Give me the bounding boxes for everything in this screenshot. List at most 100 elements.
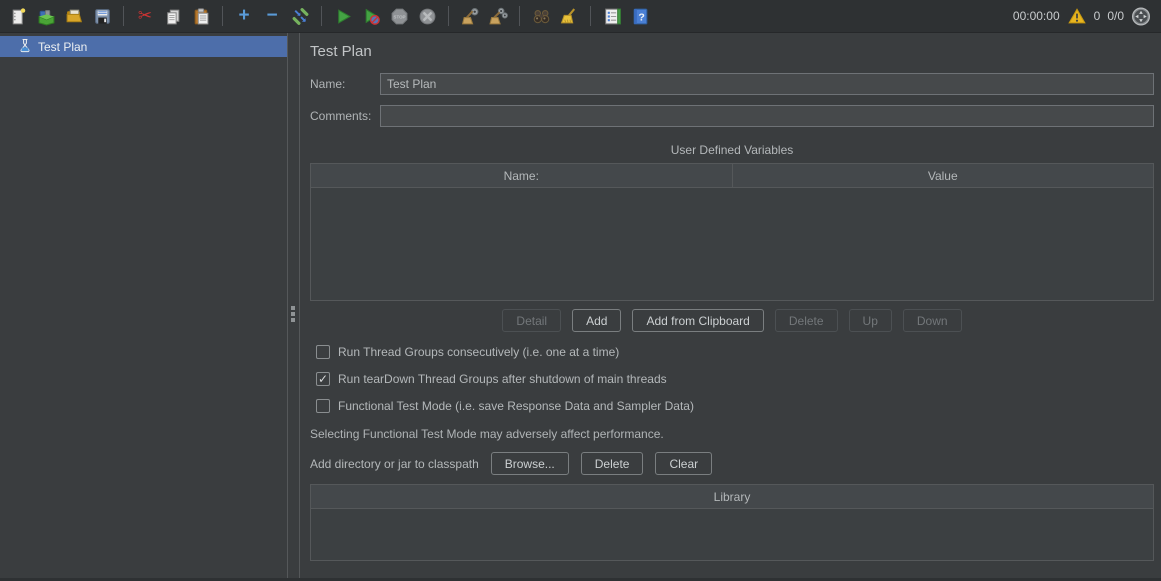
- toolbar-expand-button[interactable]: +: [234, 6, 254, 26]
- library-table: Library: [310, 484, 1154, 561]
- toolbar-stop-button[interactable]: STOP: [389, 6, 409, 26]
- functional-mode-note: Selecting Functional Test Mode may adver…: [310, 427, 1154, 441]
- expand-icon: +: [238, 6, 249, 26]
- toolbar-save-button[interactable]: [92, 6, 112, 26]
- toolbar: ✂ + − STOP ? 00:00:00 0 0/0: [0, 0, 1161, 33]
- udv-table-body[interactable]: [311, 188, 1153, 300]
- toolbar-clear-button[interactable]: [460, 6, 480, 26]
- run-teardown-label: Run tearDown Thread Groups after shutdow…: [338, 372, 667, 386]
- toolbar-new-button[interactable]: [8, 6, 28, 26]
- delete-button[interactable]: Delete: [775, 309, 838, 332]
- collapse-icon: −: [266, 6, 277, 26]
- function-helper-icon: [603, 7, 622, 26]
- log-errors-button[interactable]: [1067, 6, 1087, 26]
- panel-splitter[interactable]: [288, 33, 300, 578]
- copy-icon: [164, 7, 183, 26]
- search-reset-icon: [560, 7, 579, 26]
- search-icon: [532, 7, 551, 26]
- classpath-label: Add directory or jar to classpath: [310, 457, 479, 471]
- toolbar-search-reset-button[interactable]: [559, 6, 579, 26]
- elapsed-time: 00:00:00: [1013, 9, 1060, 23]
- templates-icon: [37, 7, 56, 26]
- run-consecutively-label: Run Thread Groups consecutively (i.e. on…: [338, 345, 619, 359]
- tree-node-label: Test Plan: [38, 40, 87, 54]
- functional-test-mode-row: Functional Test Mode (i.e. save Response…: [310, 399, 1154, 413]
- jmeter-window: ✂ + − STOP ? 00:00:00 0 0/0: [0, 0, 1161, 581]
- open-folder-icon: [65, 7, 84, 26]
- toolbar-separator: [321, 6, 322, 26]
- test-plan-flask-icon: [18, 38, 32, 56]
- run-teardown-checkbox[interactable]: ✓: [316, 372, 330, 386]
- start-no-timers-icon: [362, 7, 381, 26]
- comments-input[interactable]: [380, 105, 1154, 127]
- toolbar-separator: [222, 6, 223, 26]
- toolbar-shutdown-button[interactable]: [417, 6, 437, 26]
- splitter-grip-icon: [291, 306, 295, 322]
- log-error-count: 0: [1094, 9, 1101, 23]
- svg-text:STOP: STOP: [393, 14, 405, 19]
- paste-icon: [192, 7, 211, 26]
- toolbar-clear-all-button[interactable]: [488, 6, 508, 26]
- comments-label: Comments:: [310, 109, 380, 123]
- shutdown-icon: [418, 7, 437, 26]
- toolbar-separator: [123, 6, 124, 26]
- functional-test-mode-label: Functional Test Mode (i.e. save Response…: [338, 399, 694, 413]
- udv-table: Name: Value: [310, 163, 1154, 301]
- toolbar-separator: [519, 6, 520, 26]
- svg-text:?: ?: [638, 11, 644, 23]
- functional-test-mode-checkbox[interactable]: [316, 399, 330, 413]
- toolbar-paste-button[interactable]: [191, 6, 211, 26]
- name-label: Name:: [310, 77, 380, 91]
- toolbar-templates-button[interactable]: [36, 6, 56, 26]
- browse-button[interactable]: Browse...: [491, 452, 569, 475]
- down-button[interactable]: Down: [903, 309, 962, 332]
- warning-triangle-icon: [1067, 7, 1087, 26]
- save-icon: [93, 7, 112, 26]
- toolbar-help-button[interactable]: ?: [630, 6, 650, 26]
- classpath-clear-button[interactable]: Clear: [655, 452, 712, 475]
- help-icon: ?: [631, 7, 650, 26]
- classpath-delete-button[interactable]: Delete: [581, 452, 644, 475]
- stop-icon: STOP: [390, 7, 409, 26]
- udv-column-value[interactable]: Value: [732, 164, 1154, 187]
- detail-button[interactable]: Detail: [502, 309, 561, 332]
- toolbar-open-button[interactable]: [64, 6, 84, 26]
- test-plan-tree: Test Plan: [0, 33, 288, 578]
- active-threads: 0/0: [1107, 9, 1124, 23]
- library-column-header[interactable]: Library: [311, 485, 1153, 509]
- toggle-icon: [291, 7, 310, 26]
- classpath-row: Add directory or jar to classpath Browse…: [310, 452, 1154, 475]
- udv-table-title: User Defined Variables: [310, 143, 1154, 157]
- add-from-clipboard-button[interactable]: Add from Clipboard: [632, 309, 763, 332]
- toolbar-function-helper-button[interactable]: [602, 6, 622, 26]
- toolbar-collapse-button[interactable]: −: [262, 6, 282, 26]
- run-consecutively-checkbox[interactable]: [316, 345, 330, 359]
- test-plan-config-panel: Test Plan Name: Comments: User Defined V…: [300, 33, 1161, 578]
- add-button[interactable]: Add: [572, 309, 621, 332]
- toolbar-start-button[interactable]: [333, 6, 353, 26]
- start-icon: [334, 7, 353, 26]
- clear-all-icon: [489, 7, 508, 26]
- remote-indicator-icon: [1131, 6, 1151, 26]
- page-title: Test Plan: [310, 43, 1154, 63]
- udv-table-header: Name: Value: [311, 164, 1153, 188]
- tree-node-test-plan[interactable]: Test Plan: [0, 36, 287, 57]
- up-button[interactable]: Up: [849, 309, 892, 332]
- toolbar-toggle-button[interactable]: [290, 6, 310, 26]
- library-table-body[interactable]: [311, 509, 1153, 560]
- toolbar-copy-button[interactable]: [163, 6, 183, 26]
- cut-icon: ✂: [138, 6, 152, 26]
- toolbar-start-no-timers-button[interactable]: [361, 6, 381, 26]
- udv-button-row: Detail Add Add from Clipboard Delete Up …: [310, 309, 1154, 332]
- run-teardown-row: ✓ Run tearDown Thread Groups after shutd…: [310, 372, 1154, 386]
- toolbar-search-button[interactable]: [531, 6, 551, 26]
- udv-column-name[interactable]: Name:: [311, 164, 732, 187]
- status-cluster: 00:00:00 0 0/0: [1013, 6, 1153, 26]
- run-consecutively-row: Run Thread Groups consecutively (i.e. on…: [310, 345, 1154, 359]
- new-file-icon: [9, 7, 28, 26]
- toolbar-cut-button[interactable]: ✂: [135, 6, 155, 26]
- toolbar-separator: [448, 6, 449, 26]
- clear-icon: [461, 7, 480, 26]
- name-input[interactable]: [380, 73, 1154, 95]
- toolbar-separator: [590, 6, 591, 26]
